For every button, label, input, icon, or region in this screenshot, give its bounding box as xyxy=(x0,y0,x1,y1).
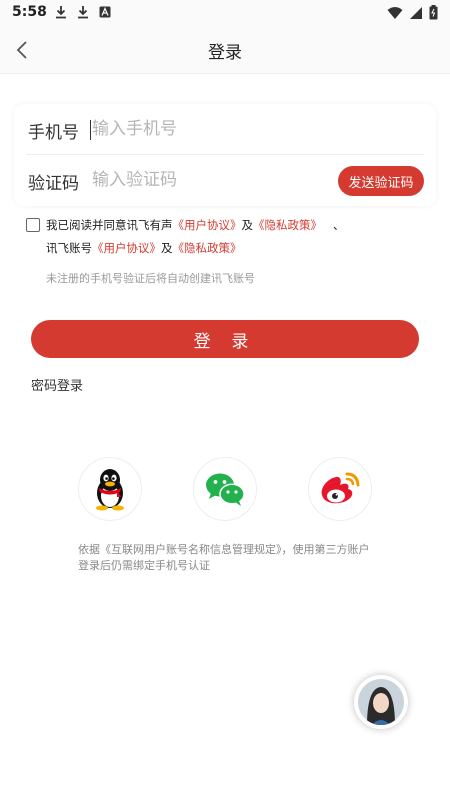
weibo-icon xyxy=(321,472,360,504)
iflytek-user-agreement-link[interactable]: 《用户协议》 xyxy=(92,241,161,255)
download-icon xyxy=(56,6,66,19)
qq-login-button[interactable] xyxy=(78,457,142,521)
phone-row: 手机号 xyxy=(26,104,424,155)
status-left-icons xyxy=(54,5,112,19)
agreement-line-1: 我已阅读并同意讯飞有声《用户协议》及《隐私政策》 、 xyxy=(46,217,344,233)
privacy-policy-link[interactable]: 《隐私政策》 xyxy=(253,218,322,232)
avatar xyxy=(358,679,404,725)
qq-penguin-icon xyxy=(96,469,124,511)
auto-register-hint: 未注册的手机号验证后将自动创建讯飞账号 xyxy=(46,272,255,285)
user-agreement-link[interactable]: 《用户协议》 xyxy=(173,218,242,232)
agreement-text: 我已阅读并同意讯飞有声 xyxy=(46,218,173,232)
wechat-icon xyxy=(206,473,245,506)
password-login-link[interactable]: 密码登录 xyxy=(31,375,83,394)
phone-label: 手机号 xyxy=(28,123,79,143)
signal-icon xyxy=(410,6,422,19)
app-notification-icon xyxy=(99,6,111,18)
status-right-icons xyxy=(387,5,438,20)
third-party-login-note: 依据《互联网用户账号名称信息管理规定》，使用第三方账户登录后仍需绑定手机号认证 xyxy=(78,543,370,572)
wifi-icon xyxy=(387,6,403,19)
download-icon xyxy=(78,6,88,19)
agreement-and-text: 及 xyxy=(161,241,173,255)
agreement-line-2: 讯飞账号《用户协议》及《隐私政策》 xyxy=(46,240,242,256)
code-row: 验证码 发送验证码 xyxy=(14,155,436,206)
code-label: 验证码 xyxy=(28,174,79,194)
agreement-text: 讯飞账号 xyxy=(46,241,92,255)
login-form-card: 手机号 验证码 发送验证码 xyxy=(14,104,436,206)
text-caret xyxy=(90,120,91,140)
login-button[interactable]: 登 录 xyxy=(31,320,419,358)
page-title: 登录 xyxy=(208,43,242,63)
wechat-login-button[interactable] xyxy=(193,457,257,521)
status-time: 5:58 xyxy=(12,4,47,20)
agreement-and-text: 及 xyxy=(241,218,254,232)
send-code-button[interactable]: 发送验证码 xyxy=(338,166,424,196)
phone-input[interactable] xyxy=(92,114,322,144)
battery-icon xyxy=(429,5,438,20)
iflytek-privacy-policy-link[interactable]: 《隐私政策》 xyxy=(173,241,242,255)
agreement-checkbox[interactable] xyxy=(26,218,40,232)
floating-assistant-avatar[interactable] xyxy=(354,675,408,729)
app-bar: 登录 xyxy=(0,26,450,74)
agreement-separator: 、 xyxy=(332,218,345,232)
status-bar: 5:58 xyxy=(0,0,450,26)
code-input[interactable] xyxy=(92,165,322,195)
weibo-login-button[interactable] xyxy=(308,457,372,521)
